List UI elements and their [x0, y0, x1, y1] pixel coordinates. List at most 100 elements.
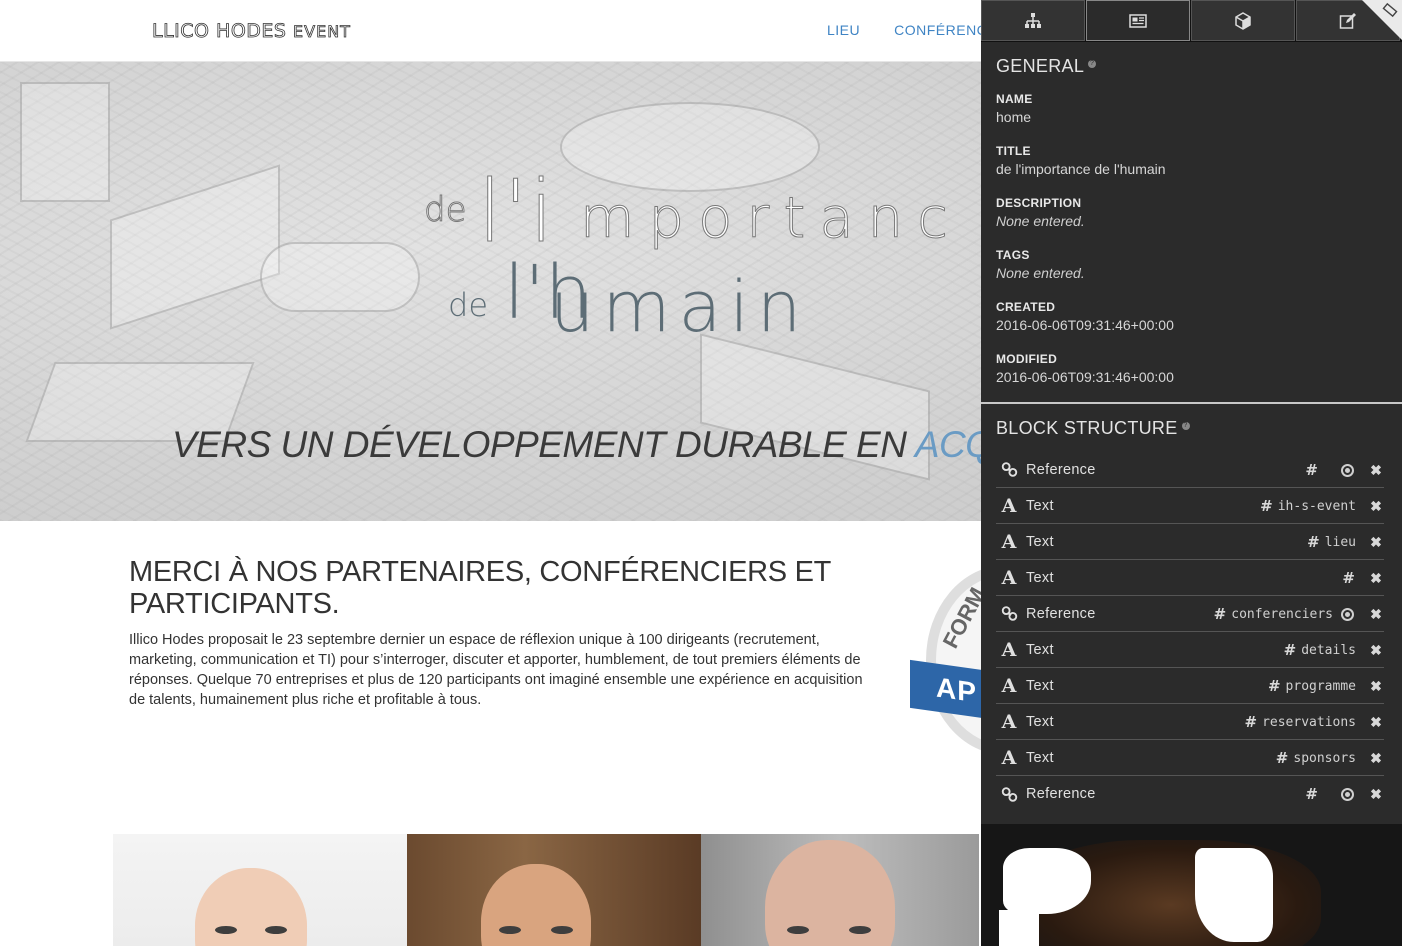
general-section-title: GENERAL?: [996, 56, 1097, 77]
link-icon: [998, 783, 1020, 805]
remove-block-icon[interactable]: ✖: [1370, 606, 1382, 623]
anchor-hash-icon[interactable]: #: [1284, 641, 1297, 659]
speaker-eye: [551, 926, 573, 934]
block-type-label: Text: [1026, 677, 1054, 694]
remove-block-icon[interactable]: ✖: [1370, 534, 1382, 551]
description-field: DESCRIPTION None entered.: [996, 196, 1386, 229]
speaker-photo[interactable]: [701, 834, 979, 946]
logo-suffix: EVENT: [293, 22, 351, 42]
block-row[interactable]: Reference # conferenciers ✖: [996, 596, 1384, 632]
created-field: CREATED 2016-06-06T09:31:46+00:00: [996, 300, 1386, 333]
section-divider: [981, 402, 1402, 404]
tags-field: TAGS None entered.: [996, 248, 1386, 281]
site-logo[interactable]: LLICO HODES EVENT: [152, 20, 351, 43]
speaker-photo[interactable]: [113, 834, 407, 946]
block-row[interactable]: A Text # ih-s-event ✖: [996, 488, 1384, 524]
anchor-hash-icon[interactable]: #: [1305, 461, 1318, 479]
cube-icon: [1235, 11, 1251, 30]
hero-illustration-shape: [20, 82, 110, 202]
remove-block-icon[interactable]: ✖: [1370, 714, 1382, 731]
anchor-hash-icon[interactable]: #: [1305, 785, 1318, 803]
anchor-hash-icon[interactable]: #: [1260, 497, 1273, 515]
inspector-tabs: [981, 0, 1402, 42]
remove-block-icon[interactable]: ✖: [1370, 642, 1382, 659]
logo-main: LLICO HODES: [152, 20, 287, 43]
block-structure-title-text: BLOCK STRUCTURE: [996, 418, 1178, 438]
nav-link-lieu[interactable]: LIEU: [827, 22, 860, 38]
expand-icon[interactable]: [1382, 2, 1398, 18]
link-icon: [998, 459, 1020, 481]
name-label: NAME: [996, 92, 1033, 106]
remove-block-icon[interactable]: ✖: [1370, 462, 1382, 479]
hero-illustration-shape: [260, 242, 420, 312]
block-row[interactable]: A Text # ✖: [996, 560, 1384, 596]
block-anchor[interactable]: programme: [1286, 679, 1356, 694]
speaker-photo[interactable]: [407, 834, 701, 946]
block-actions: # ✖: [1305, 452, 1384, 488]
text-icon: A: [1001, 530, 1017, 553]
target-icon[interactable]: [1341, 607, 1354, 621]
hero-tagline-main: VERS UN DÉVELOPPEMENT DURABLE EN: [172, 424, 915, 465]
block-row[interactable]: A Text # sponsors ✖: [996, 740, 1384, 776]
speaker-eye: [215, 926, 237, 934]
text-icon: A: [1001, 746, 1017, 769]
block-anchor[interactable]: lieu: [1325, 535, 1356, 550]
block-type-label: Reference: [1026, 461, 1096, 478]
block-actions: # ✖: [1305, 776, 1384, 812]
block-anchor[interactable]: details: [1301, 643, 1356, 658]
text-icon: A: [1001, 638, 1017, 661]
block-type-label: Text: [1026, 749, 1054, 766]
block-actions: # programme ✖: [1268, 668, 1384, 704]
target-icon[interactable]: [1341, 787, 1354, 801]
thanks-body: Illico Hodes proposait le 23 septembre d…: [129, 632, 863, 708]
help-icon[interactable]: ?: [1088, 60, 1097, 68]
remove-block-icon[interactable]: ✖: [1370, 678, 1382, 695]
block-actions: # details ✖: [1284, 632, 1384, 668]
thanks-heading: MERCI À NOS PARTENAIRES, CONFÉRENCIERS E…: [129, 556, 831, 620]
help-icon[interactable]: ?: [1181, 422, 1190, 430]
anchor-hash-icon[interactable]: #: [1307, 533, 1320, 551]
block-anchor[interactable]: sponsors: [1293, 751, 1356, 766]
title-value: de l'importance de l'humain: [996, 161, 1166, 177]
newspaper-icon: [1129, 13, 1147, 28]
block-type-label: Text: [1026, 713, 1054, 730]
hero-title-li: l'i: [477, 162, 556, 263]
block-actions: # ih-s-event ✖: [1260, 488, 1384, 524]
anchor-hash-icon[interactable]: #: [1342, 569, 1355, 587]
speaker-face: [765, 840, 895, 946]
block-row[interactable]: A Text # lieu ✖: [996, 524, 1384, 560]
anchor-hash-icon[interactable]: #: [1276, 749, 1289, 767]
description-value: None entered.: [996, 213, 1085, 229]
speaker-eye: [849, 926, 871, 934]
target-icon[interactable]: [1341, 463, 1354, 477]
modified-label: MODIFIED: [996, 352, 1058, 366]
block-row[interactable]: A Text # reservations ✖: [996, 704, 1384, 740]
block-actions: # reservations ✖: [1245, 704, 1385, 740]
preview-highlight: [999, 910, 1039, 946]
remove-block-icon[interactable]: ✖: [1370, 570, 1382, 587]
block-row[interactable]: A Text # programme ✖: [996, 668, 1384, 704]
hero-title-humain: umain: [550, 266, 810, 348]
remove-block-icon[interactable]: ✖: [1370, 498, 1382, 515]
anchor-hash-icon[interactable]: #: [1268, 677, 1281, 695]
block-type-label: Reference: [1026, 786, 1096, 802]
block-row[interactable]: Reference # ✖: [996, 452, 1384, 488]
block-row[interactable]: Reference # ✖: [996, 776, 1384, 812]
block-anchor[interactable]: reservations: [1262, 715, 1356, 730]
anchor-hash-icon[interactable]: #: [1245, 713, 1258, 731]
modified-value: 2016-06-06T09:31:46+00:00: [996, 369, 1174, 385]
title-label: TITLE: [996, 144, 1031, 158]
anchor-hash-icon[interactable]: #: [1214, 605, 1227, 623]
tab-blocks[interactable]: [1191, 0, 1295, 41]
text-icon: A: [1001, 566, 1017, 589]
tab-structure[interactable]: [981, 0, 1085, 41]
remove-block-icon[interactable]: ✖: [1370, 786, 1382, 803]
tab-page-info[interactable]: [1086, 0, 1190, 41]
created-value: 2016-06-06T09:31:46+00:00: [996, 317, 1174, 333]
block-row[interactable]: A Text # details ✖: [996, 632, 1384, 668]
remove-block-icon[interactable]: ✖: [1370, 750, 1382, 767]
block-anchor[interactable]: conferenciers: [1231, 607, 1333, 622]
block-anchor[interactable]: ih-s-event: [1278, 499, 1356, 514]
hero-title-importance: mportanc: [580, 186, 962, 252]
speaker-eye: [499, 926, 521, 934]
